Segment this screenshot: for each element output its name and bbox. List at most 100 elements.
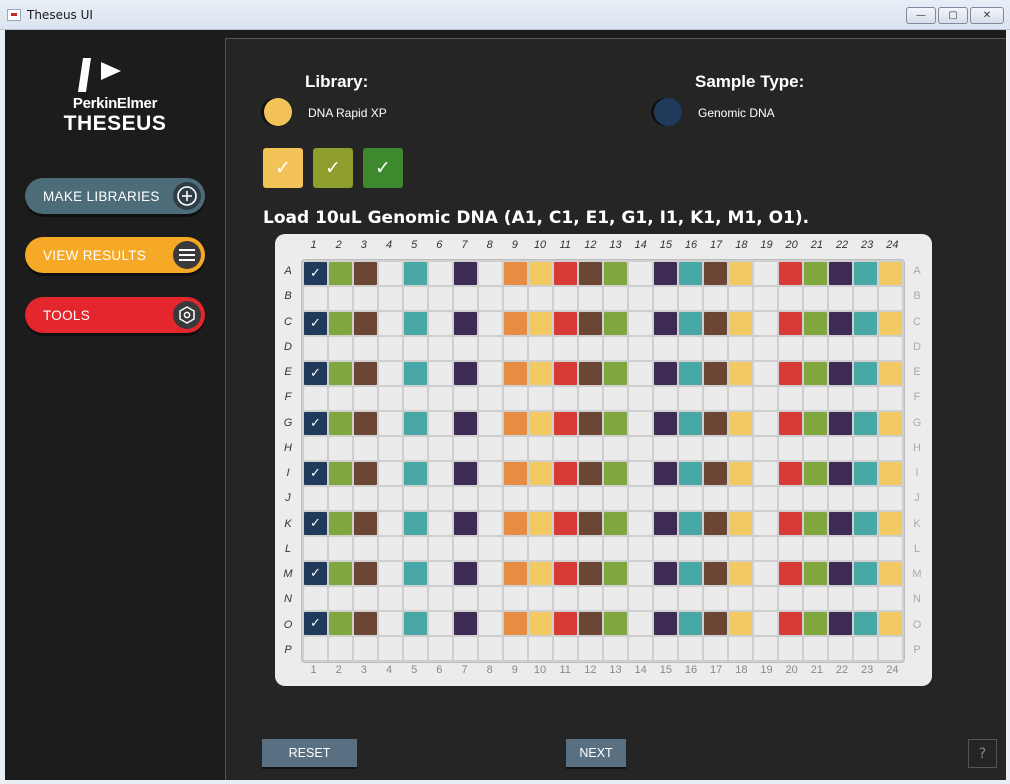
well-N9[interactable]: [504, 587, 527, 610]
well-O1[interactable]: ✓: [304, 612, 327, 635]
well-O19[interactable]: [754, 612, 777, 635]
well-F11[interactable]: [554, 387, 577, 410]
well-E1[interactable]: ✓: [304, 362, 327, 385]
well-K10[interactable]: [529, 512, 552, 535]
well-I6[interactable]: [429, 462, 452, 485]
well-L6[interactable]: [429, 537, 452, 560]
well-J6[interactable]: [429, 487, 452, 510]
well-K15[interactable]: [654, 512, 677, 535]
well-P2[interactable]: [329, 637, 352, 660]
well-E12[interactable]: [579, 362, 602, 385]
well-A9[interactable]: [504, 262, 527, 285]
well-J17[interactable]: [704, 487, 727, 510]
well-B24[interactable]: [879, 287, 902, 310]
well-M7[interactable]: [454, 562, 477, 585]
well-H20[interactable]: [779, 437, 802, 460]
well-A18[interactable]: [729, 262, 752, 285]
well-A13[interactable]: [604, 262, 627, 285]
well-C10[interactable]: [529, 312, 552, 335]
well-N2[interactable]: [329, 587, 352, 610]
well-K22[interactable]: [829, 512, 852, 535]
well-M13[interactable]: [604, 562, 627, 585]
well-D1[interactable]: [304, 337, 327, 360]
well-O23[interactable]: [854, 612, 877, 635]
maximize-button[interactable]: ▢: [938, 7, 968, 24]
well-C19[interactable]: [754, 312, 777, 335]
well-J24[interactable]: [879, 487, 902, 510]
well-B14[interactable]: [629, 287, 652, 310]
well-P8[interactable]: [479, 637, 502, 660]
well-O13[interactable]: [604, 612, 627, 635]
well-P3[interactable]: [354, 637, 377, 660]
well-H2[interactable]: [329, 437, 352, 460]
well-H6[interactable]: [429, 437, 452, 460]
well-F13[interactable]: [604, 387, 627, 410]
well-J4[interactable]: [379, 487, 402, 510]
well-N24[interactable]: [879, 587, 902, 610]
well-H3[interactable]: [354, 437, 377, 460]
well-P5[interactable]: [404, 637, 427, 660]
well-E14[interactable]: [629, 362, 652, 385]
well-E8[interactable]: [479, 362, 502, 385]
well-J20[interactable]: [779, 487, 802, 510]
well-G19[interactable]: [754, 412, 777, 435]
well-D20[interactable]: [779, 337, 802, 360]
well-C9[interactable]: [504, 312, 527, 335]
well-K23[interactable]: [854, 512, 877, 535]
well-B3[interactable]: [354, 287, 377, 310]
well-F15[interactable]: [654, 387, 677, 410]
well-P22[interactable]: [829, 637, 852, 660]
well-P1[interactable]: [304, 637, 327, 660]
well-C7[interactable]: [454, 312, 477, 335]
well-B19[interactable]: [754, 287, 777, 310]
well-H17[interactable]: [704, 437, 727, 460]
well-F1[interactable]: [304, 387, 327, 410]
well-H19[interactable]: [754, 437, 777, 460]
well-O6[interactable]: [429, 612, 452, 635]
well-J8[interactable]: [479, 487, 502, 510]
well-C5[interactable]: [404, 312, 427, 335]
well-D22[interactable]: [829, 337, 852, 360]
well-M10[interactable]: [529, 562, 552, 585]
well-F8[interactable]: [479, 387, 502, 410]
well-D7[interactable]: [454, 337, 477, 360]
well-E23[interactable]: [854, 362, 877, 385]
well-P12[interactable]: [579, 637, 602, 660]
well-C4[interactable]: [379, 312, 402, 335]
close-button[interactable]: ✕: [970, 7, 1004, 24]
well-D2[interactable]: [329, 337, 352, 360]
well-A15[interactable]: [654, 262, 677, 285]
well-E11[interactable]: [554, 362, 577, 385]
well-B6[interactable]: [429, 287, 452, 310]
well-O14[interactable]: [629, 612, 652, 635]
well-C11[interactable]: [554, 312, 577, 335]
well-D18[interactable]: [729, 337, 752, 360]
well-K14[interactable]: [629, 512, 652, 535]
well-K18[interactable]: [729, 512, 752, 535]
well-G4[interactable]: [379, 412, 402, 435]
well-N13[interactable]: [604, 587, 627, 610]
well-L19[interactable]: [754, 537, 777, 560]
reset-button[interactable]: RESET: [262, 739, 357, 767]
well-P21[interactable]: [804, 637, 827, 660]
well-N3[interactable]: [354, 587, 377, 610]
well-O10[interactable]: [529, 612, 552, 635]
well-O5[interactable]: [404, 612, 427, 635]
well-E16[interactable]: [679, 362, 702, 385]
well-E13[interactable]: [604, 362, 627, 385]
well-F7[interactable]: [454, 387, 477, 410]
well-C23[interactable]: [854, 312, 877, 335]
well-I15[interactable]: [654, 462, 677, 485]
well-G9[interactable]: [504, 412, 527, 435]
well-H18[interactable]: [729, 437, 752, 460]
well-C21[interactable]: [804, 312, 827, 335]
well-J12[interactable]: [579, 487, 602, 510]
well-L23[interactable]: [854, 537, 877, 560]
well-L2[interactable]: [329, 537, 352, 560]
well-L4[interactable]: [379, 537, 402, 560]
well-I1[interactable]: ✓: [304, 462, 327, 485]
well-F6[interactable]: [429, 387, 452, 410]
well-I21[interactable]: [804, 462, 827, 485]
well-A11[interactable]: [554, 262, 577, 285]
well-O2[interactable]: [329, 612, 352, 635]
